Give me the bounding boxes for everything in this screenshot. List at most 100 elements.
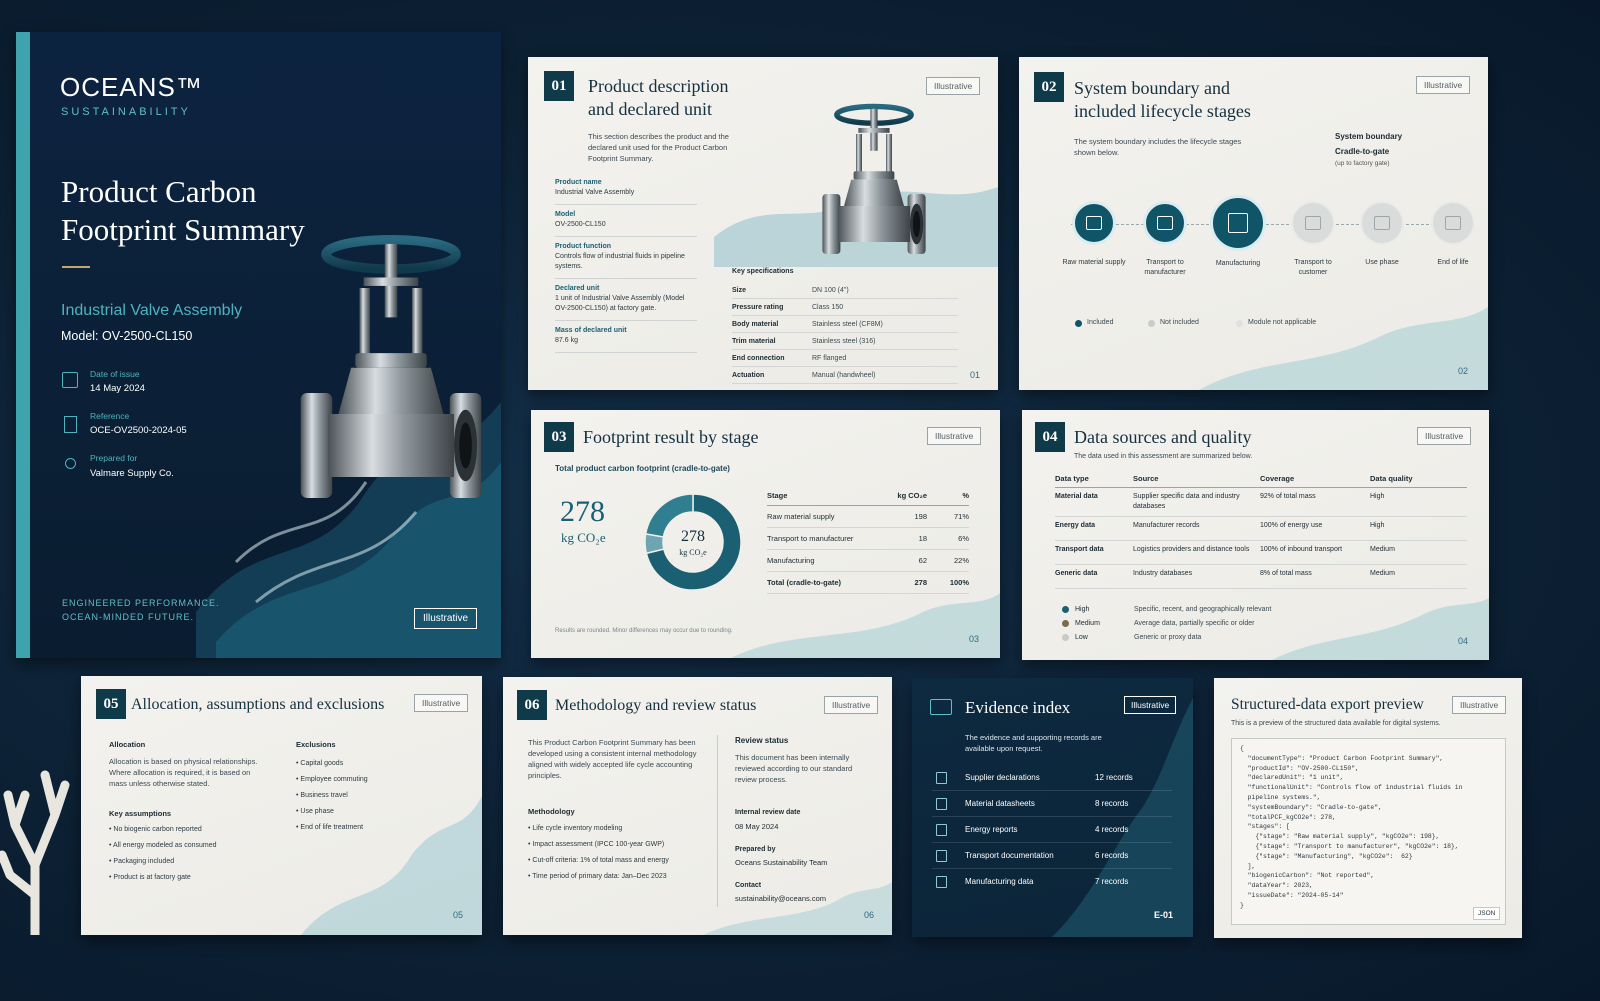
- stage-label: End of life: [1437, 259, 1469, 266]
- json-code-panel[interactable]: { "documentType": "Product Carbon Footpr…: [1231, 738, 1506, 925]
- total-value: 278: [560, 495, 605, 528]
- evidence-count: 8 records: [1095, 799, 1129, 808]
- stage-truck[interactable]: [1291, 201, 1335, 245]
- reference-value: OCE-OV2500-2024-05: [90, 425, 187, 436]
- page-number: 02: [1458, 366, 1469, 376]
- field-value: Controls flow of industrial fluids in pi…: [555, 253, 685, 270]
- legend-swatch: [1236, 320, 1243, 327]
- total-unit: kg CO₂e: [561, 530, 606, 545]
- column-divider: [717, 735, 718, 907]
- review-title: Review status: [735, 736, 789, 745]
- stage-truck[interactable]: [1143, 201, 1187, 245]
- format-badge: JSON: [1473, 907, 1501, 920]
- energy-icon: [936, 824, 947, 836]
- section-title-line2: included lifecycle stages: [1074, 101, 1251, 121]
- field-label: Product name: [555, 179, 602, 186]
- spec-value: DN 100 (4"): [812, 286, 849, 294]
- specs-title: Key specifications: [732, 268, 794, 275]
- list-item: • All energy modeled as consumed: [109, 842, 217, 849]
- product-fields: Product name Industrial Valve Assembly Mod…: [555, 179, 697, 359]
- section-title: Allocation, assumptions and exclusions: [131, 696, 385, 713]
- evidence-label[interactable]: Material datasheets: [965, 799, 1035, 808]
- evidence-count: 4 records: [1095, 825, 1129, 834]
- spec-value: Stainless steel (CF8M): [812, 320, 883, 328]
- header-pct: %: [962, 491, 969, 500]
- field-label: Mass of declared unit: [555, 327, 627, 334]
- product-name: Industrial Valve Assembly: [61, 302, 243, 319]
- rounding-note: Results are rounded. Minor differences m…: [555, 628, 733, 634]
- evidence-index-card[interactable]: Evidence index Illustrative The evidence…: [912, 678, 1193, 937]
- stage-document[interactable]: [1072, 201, 1116, 245]
- legend-label: Module not applicable: [1248, 319, 1317, 326]
- page-number: 03: [969, 634, 980, 644]
- prepared-by-label: Prepared by: [735, 846, 776, 853]
- evidence-label[interactable]: Energy reports: [965, 825, 1017, 834]
- table-row: Generic data Industry databases 8% of tota…: [1055, 565, 1467, 589]
- legend-row: Medium Average data, partially specific o…: [1062, 616, 1442, 630]
- spec-label: Pressure rating: [732, 303, 784, 311]
- list-item: • Use phase: [296, 808, 334, 815]
- header-cell: Data type: [1055, 474, 1089, 483]
- spec-label: Trim material: [732, 337, 776, 345]
- product-description-card[interactable]: 01 Product description and declared unit…: [528, 57, 998, 390]
- contact-email[interactable]: sustainability@oceans.com: [735, 894, 826, 903]
- spec-row: Actuation Manual (handwheel): [732, 367, 958, 384]
- prepared-for-value: Valmare Supply Co.: [90, 468, 174, 479]
- section-title: Structured-data export preview: [1231, 696, 1424, 713]
- field-label: Declared unit: [555, 285, 600, 292]
- page-number: 01: [970, 370, 981, 380]
- valve-image: [814, 102, 934, 262]
- table-row: Transport data Logistics providers and di…: [1055, 541, 1467, 565]
- row-pct: 6%: [958, 534, 969, 543]
- assumptions-title: Key assumptions: [109, 809, 172, 818]
- table-cell: High: [1370, 522, 1385, 529]
- divider: [932, 816, 1172, 817]
- exclusions-title: Exclusions: [296, 740, 336, 749]
- section-number: 06: [517, 690, 547, 720]
- table-cell: 100% of energy use: [1260, 522, 1323, 529]
- specs-table: Size DN 100 (4") Pressure rating Class 150 B…: [732, 282, 958, 384]
- json-preview-card[interactable]: Structured-data export preview Illustrat…: [1214, 678, 1522, 938]
- system-boundary-card[interactable]: 02 System boundary and included lifecycl…: [1019, 57, 1488, 390]
- truck-icon: [1305, 216, 1321, 230]
- table-cell: Energy data: [1055, 522, 1096, 529]
- product-model: Model: OV-2500-CL150: [61, 329, 193, 343]
- boundary-value: Cradle-to-gate: [1335, 147, 1390, 156]
- spec-label: Body material: [732, 320, 779, 328]
- illustrative-badge: Illustrative: [1124, 696, 1177, 714]
- table-cell: Logistics providers and distance tools: [1133, 546, 1250, 553]
- field-value: 1 unit of Industrial Valve Assembly (Mod…: [555, 295, 685, 312]
- stage-cycle[interactable]: [1360, 201, 1404, 245]
- stage-label: Transport to customer: [1294, 259, 1332, 276]
- calendar-icon: [62, 372, 78, 388]
- field-value: OV-2500-CL150: [555, 221, 606, 228]
- table-row: Material data Supplier specific data and …: [1055, 488, 1467, 517]
- spec-value: Class 150: [812, 303, 844, 311]
- stage-recycle[interactable]: [1431, 201, 1475, 245]
- data-sources-card[interactable]: 04 Data sources and quality Illustrative…: [1022, 410, 1489, 660]
- donut-center-value: 278: [681, 528, 705, 545]
- cover-card[interactable]: OCEANS™ SUSTAINABILITY Product Carbon Fo…: [16, 32, 501, 658]
- evidence-label[interactable]: Supplier declarations: [965, 773, 1040, 782]
- list-item: • Cut-off criteria: 1% of total mass and…: [528, 857, 669, 864]
- section-title: Methodology and review status: [555, 697, 757, 714]
- donut-center-unit: kg CO₂e: [679, 548, 707, 557]
- document-icon: [1086, 216, 1102, 230]
- product-field: Product name Industrial Valve Assembly: [555, 179, 697, 205]
- allocation-card[interactable]: 05 Allocation, assumptions and exclusion…: [81, 676, 482, 935]
- row-pct: 71%: [953, 512, 969, 521]
- header-cell: Data quality: [1370, 474, 1413, 483]
- date-label: Date of issue: [90, 369, 140, 379]
- evidence-label[interactable]: Transport documentation: [965, 851, 1054, 860]
- legend-swatch: [1062, 619, 1069, 627]
- stage-factory[interactable]: [1210, 195, 1266, 251]
- valve-illustration: [286, 222, 496, 522]
- legend-level: Low: [1075, 633, 1088, 641]
- methodology-card[interactable]: 06 Methodology and review status Illustr…: [503, 677, 892, 935]
- footprint-result-card[interactable]: 03 Footprint result by stage Illustrativ…: [531, 410, 1000, 658]
- truck-icon: [936, 850, 947, 862]
- spec-label: End connection: [732, 354, 785, 362]
- evidence-count: 6 records: [1095, 851, 1129, 860]
- illustrative-badge: Illustrative: [1416, 76, 1471, 94]
- evidence-label[interactable]: Manufacturing data: [965, 877, 1034, 886]
